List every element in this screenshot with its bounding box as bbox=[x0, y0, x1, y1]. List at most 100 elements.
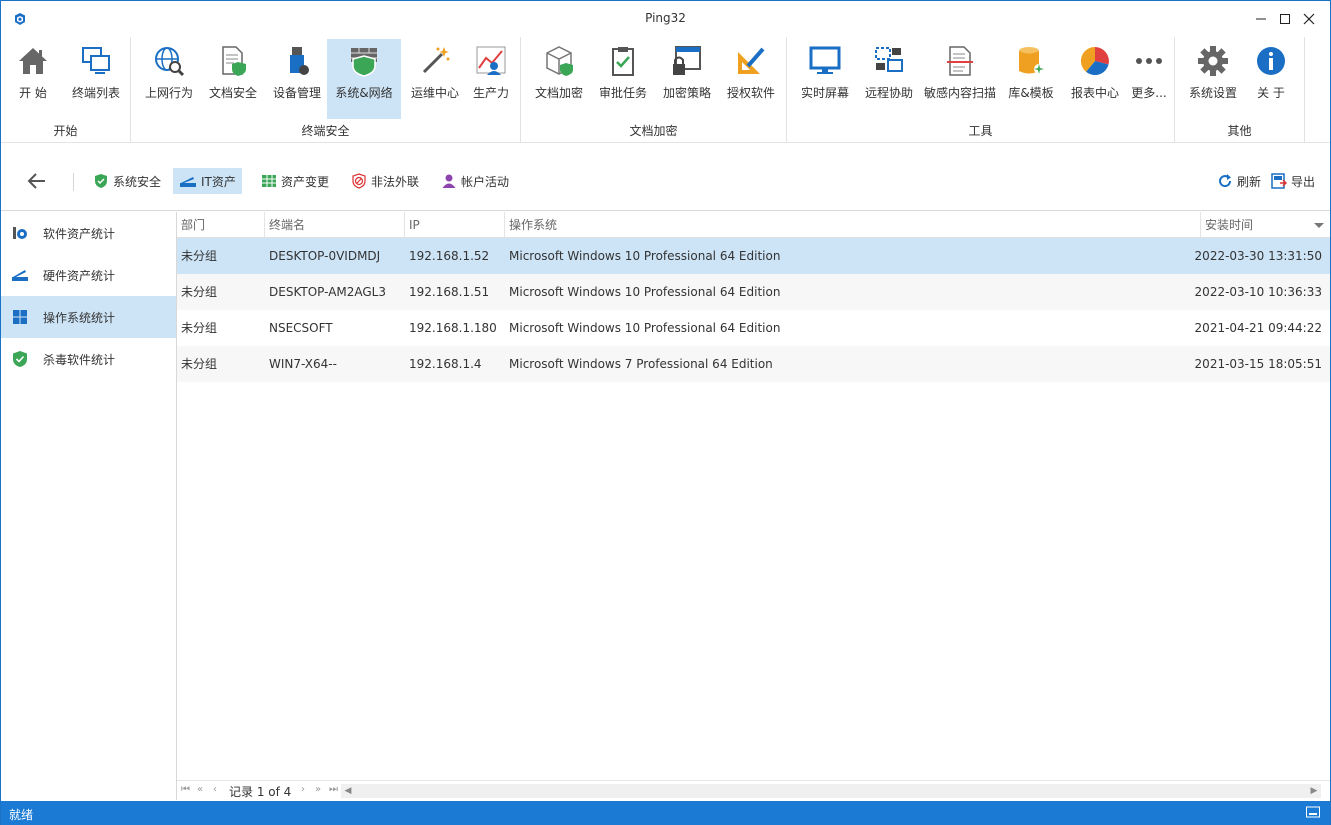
grid-header: 部门 终端名 IP 操作系统 安装时间 bbox=[177, 212, 1330, 238]
export-button[interactable]: 导出 bbox=[1265, 168, 1321, 194]
nav-item-hardware-assets[interactable]: 硬件资产统计 bbox=[1, 254, 176, 296]
horizontal-scrollbar[interactable]: ◀ ▶ bbox=[341, 784, 1321, 798]
refresh-button[interactable]: 刷新 bbox=[1211, 168, 1267, 194]
ribbon-group-label: 文档加密 bbox=[629, 124, 678, 138]
cell-ip: 192.168.1.180 bbox=[409, 321, 497, 335]
title-bar: Ping32 bbox=[1, 1, 1330, 37]
prev-page-button[interactable]: ‹ bbox=[213, 784, 217, 795]
close-button[interactable] bbox=[1286, 1, 1331, 37]
scroll-right-icon[interactable]: ▶ bbox=[1307, 784, 1321, 798]
pencil-ruler-icon bbox=[738, 47, 765, 74]
sys-settings-label: 系统设置 bbox=[1188, 86, 1237, 100]
software-icon bbox=[13, 227, 27, 239]
document-shield-icon bbox=[222, 46, 246, 76]
report-center-button[interactable]: 报表中心 bbox=[1065, 39, 1125, 119]
table-row[interactable]: 未分组 DESKTOP-0VIDMDJ 192.168.1.52 Microso… bbox=[177, 238, 1330, 274]
column-header-dept[interactable]: 部门 bbox=[177, 212, 265, 238]
scanner-icon bbox=[180, 177, 196, 187]
magic-wand-icon bbox=[422, 47, 450, 74]
encrypt-policy-button[interactable]: 加密策略 bbox=[657, 39, 717, 119]
column-header-install-time[interactable]: 安装时间 bbox=[1201, 212, 1330, 238]
tab-asset-changes[interactable]: 资产变更 bbox=[255, 168, 335, 194]
app-window: Ping32 开 始 终端列表 开始 上网行为 文档安全 设备管理 系统&网络 … bbox=[0, 0, 1331, 825]
next-set-button[interactable]: » bbox=[315, 784, 321, 795]
nav-item-label: 硬件资产统计 bbox=[43, 268, 116, 283]
pager: ⏮ « ‹ 记录 1 of 4 › » ⏭ ◀ ▶ bbox=[177, 780, 1330, 800]
globe-search-icon bbox=[155, 47, 185, 77]
more-button[interactable]: 更多... bbox=[1127, 39, 1171, 119]
export-label: 导出 bbox=[1291, 174, 1316, 189]
window-lock-icon bbox=[673, 46, 701, 75]
keyboard-icon bbox=[1306, 806, 1320, 818]
table-row[interactable]: 未分组 NSECSOFT 192.168.1.180 Microsoft Win… bbox=[177, 310, 1330, 346]
column-header-terminal-name[interactable]: 终端名 bbox=[265, 212, 405, 238]
realtime-screen-button[interactable]: 实时屏幕 bbox=[795, 39, 855, 119]
ribbon-group-doc-encryption: 文档加密 审批任务 加密策略 授权软件 文档加密 bbox=[521, 37, 787, 143]
tab-it-assets[interactable]: IT资产 bbox=[173, 168, 242, 194]
productivity-label: 生产力 bbox=[472, 86, 509, 100]
prev-set-button[interactable]: « bbox=[197, 784, 203, 795]
sensitive-scan-label: 敏感内容扫描 bbox=[923, 86, 996, 100]
scroll-left-icon[interactable]: ◀ bbox=[341, 784, 355, 798]
sort-desc-icon bbox=[1314, 223, 1324, 228]
tab-system-security[interactable]: 系统安全 bbox=[87, 168, 167, 194]
ribbon-group-other: 系统设置 关 于 其他 bbox=[1175, 37, 1305, 143]
ribbon-group-label: 工具 bbox=[968, 124, 993, 138]
column-header-ip[interactable]: IP bbox=[405, 212, 505, 238]
sys-settings-button[interactable]: 系统设置 bbox=[1181, 39, 1245, 119]
approval-task-button[interactable]: 审批任务 bbox=[593, 39, 653, 119]
productivity-button[interactable]: 生产力 bbox=[465, 39, 517, 119]
device-mgmt-button[interactable]: 设备管理 bbox=[267, 39, 327, 119]
terminal-list-button[interactable]: 终端列表 bbox=[65, 39, 127, 119]
about-button[interactable]: 关 于 bbox=[1247, 39, 1295, 119]
cell-terminal-name: NSECSOFT bbox=[269, 321, 333, 335]
column-header-os[interactable]: 操作系统 bbox=[505, 212, 1201, 238]
next-page-button[interactable]: › bbox=[301, 784, 305, 795]
refresh-label: 刷新 bbox=[1237, 174, 1262, 189]
table-row[interactable]: 未分组 DESKTOP-AM2AGL3 192.168.1.51 Microso… bbox=[177, 274, 1330, 310]
sys-network-button[interactable]: 系统&网络 bbox=[327, 39, 401, 119]
library-template-button[interactable]: 库&模板 bbox=[1001, 39, 1061, 119]
sensitive-scan-button[interactable]: 敏感内容扫描 bbox=[921, 39, 999, 119]
refresh-icon bbox=[1219, 174, 1232, 188]
shield-check-icon bbox=[13, 351, 27, 367]
ribbon: 开 始 终端列表 开始 上网行为 文档安全 设备管理 系统&网络 运维中心 生产… bbox=[1, 37, 1330, 143]
doc-security-button[interactable]: 文档安全 bbox=[203, 39, 263, 119]
nav-item-software-assets[interactable]: 软件资产统计 bbox=[1, 212, 176, 254]
back-button[interactable] bbox=[25, 171, 49, 191]
tab-illegal-outreach[interactable]: 非法外联 bbox=[345, 168, 425, 194]
tab-account-activity[interactable]: 帐户活动 bbox=[435, 168, 515, 194]
cell-os: Microsoft Windows 10 Professional 64 Edi… bbox=[509, 285, 781, 299]
remote-desktop-icon bbox=[875, 47, 903, 72]
encrypt-policy-label: 加密策略 bbox=[662, 86, 711, 100]
device-mgmt-label: 设备管理 bbox=[272, 86, 321, 100]
first-page-button[interactable]: ⏮ bbox=[181, 784, 190, 795]
shield-block-icon bbox=[352, 173, 366, 189]
nav-item-antivirus-stats[interactable]: 杀毒软件统计 bbox=[1, 338, 176, 380]
user-icon bbox=[442, 174, 456, 188]
cell-ip: 192.168.1.51 bbox=[409, 285, 490, 299]
tab-label: 非法外联 bbox=[371, 174, 420, 189]
nav-item-os-stats[interactable]: 操作系统统计 bbox=[1, 296, 176, 338]
divider bbox=[73, 173, 74, 191]
more-label: 更多... bbox=[1131, 86, 1167, 100]
clipboard-check-icon bbox=[612, 47, 634, 76]
table-row[interactable]: 未分组 WIN7-X64-- 192.168.1.4 Microsoft Win… bbox=[177, 346, 1330, 382]
start-button[interactable]: 开 始 bbox=[7, 39, 59, 119]
box-shield-icon bbox=[546, 46, 573, 76]
last-page-button[interactable]: ⏭ bbox=[329, 784, 338, 795]
grid-table-icon bbox=[262, 175, 276, 187]
column-header-label: 安装时间 bbox=[1205, 218, 1254, 232]
nav-item-label: 操作系统统计 bbox=[43, 310, 116, 325]
ribbon-group-endpoint-security: 上网行为 文档安全 设备管理 系统&网络 运维中心 生产力 终端安全 bbox=[131, 37, 521, 143]
cell-terminal-name: DESKTOP-AM2AGL3 bbox=[269, 285, 387, 299]
cell-terminal-name: DESKTOP-0VIDMDJ bbox=[269, 249, 381, 263]
record-counter: 记录 1 of 4 bbox=[229, 785, 292, 799]
web-behavior-button[interactable]: 上网行为 bbox=[139, 39, 199, 119]
auth-software-button[interactable]: 授权软件 bbox=[721, 39, 781, 119]
ops-center-button[interactable]: 运维中心 bbox=[405, 39, 465, 119]
remote-assist-button[interactable]: 远程协助 bbox=[859, 39, 919, 119]
nav-item-label: 杀毒软件统计 bbox=[43, 352, 116, 367]
remote-assist-label: 远程协助 bbox=[864, 86, 913, 100]
doc-encrypt-button[interactable]: 文档加密 bbox=[529, 39, 589, 119]
